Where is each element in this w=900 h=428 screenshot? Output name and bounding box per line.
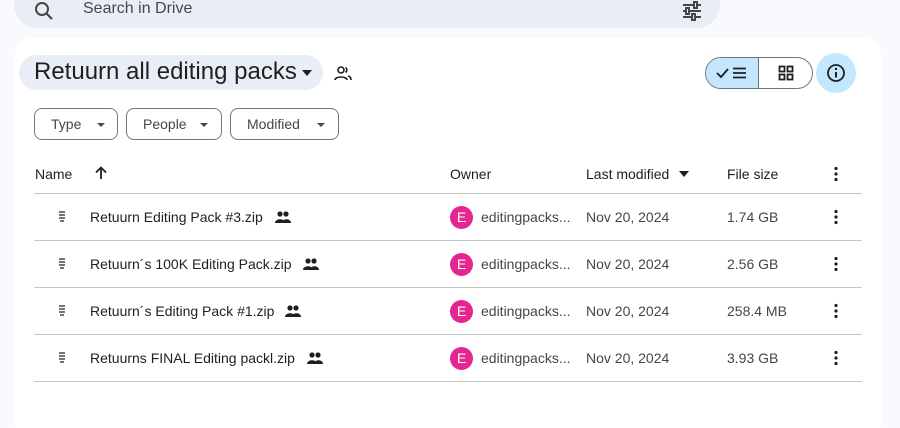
file-name[interactable]: Retuurn´s Editing Pack #1.zip: [90, 303, 274, 319]
check-list-icon: [716, 67, 746, 79]
filter-people-label: People: [143, 116, 187, 132]
owner-avatar[interactable]: E: [450, 206, 473, 229]
more-options-icon[interactable]: [826, 301, 846, 321]
shared-icon: [285, 305, 301, 317]
filter-modified-label: Modified: [247, 116, 300, 132]
owner-name: editingpacks...: [481, 256, 571, 272]
dropdown-arrow-icon: [200, 123, 208, 127]
sort-ascending-icon[interactable]: [93, 165, 109, 181]
modified-date: Nov 20, 2024: [586, 350, 670, 366]
more-options-icon[interactable]: [826, 254, 846, 274]
owner-avatar[interactable]: E: [450, 347, 473, 370]
file-size: 3.93 GB: [727, 350, 779, 366]
zip-file-icon: [59, 352, 65, 363]
shared-icon: [303, 258, 319, 270]
more-options-icon[interactable]: [826, 164, 846, 184]
shared-icon: [275, 211, 291, 223]
shared-folder-icon[interactable]: [333, 63, 353, 83]
shared-icon: [307, 352, 323, 364]
modified-date: Nov 20, 2024: [586, 209, 670, 225]
search-input[interactable]: Search in Drive: [83, 0, 192, 18]
folder-title-dropdown[interactable]: Retuurn all editing packs: [19, 55, 323, 90]
column-header-last-modified[interactable]: Last modified: [586, 166, 669, 182]
sort-indicator-icon: [679, 171, 689, 177]
owner-name: editingpacks...: [481, 350, 571, 366]
search-icon[interactable]: [32, 0, 56, 23]
grid-icon: [778, 65, 793, 81]
filter-type[interactable]: Type: [34, 108, 118, 140]
owner-name: editingpacks...: [481, 209, 571, 225]
divider: [34, 193, 862, 194]
divider: [34, 381, 862, 382]
divider: [34, 287, 862, 288]
file-size: 2.56 GB: [727, 256, 779, 272]
content-panel: [15, 38, 881, 428]
filter-type-label: Type: [51, 116, 82, 132]
file-size: 1.74 GB: [727, 209, 779, 225]
more-options-icon[interactable]: [826, 348, 846, 368]
dropdown-arrow-icon: [317, 123, 325, 127]
column-header-file-size[interactable]: File size: [727, 166, 778, 182]
zip-file-icon: [59, 258, 65, 269]
column-header-name[interactable]: Name: [35, 166, 72, 182]
search-options-icon[interactable]: [680, 0, 704, 23]
view-toggle[interactable]: [705, 57, 813, 89]
zip-file-icon: [59, 305, 65, 316]
filter-modified[interactable]: Modified: [230, 108, 339, 140]
owner-avatar[interactable]: E: [450, 300, 473, 323]
modified-date: Nov 20, 2024: [586, 303, 670, 319]
caret-down-icon: [302, 70, 312, 76]
modified-date: Nov 20, 2024: [586, 256, 670, 272]
search-bar[interactable]: Search in Drive: [14, 0, 720, 28]
list-view-button[interactable]: [706, 58, 759, 88]
info-icon: [827, 64, 845, 82]
folder-title: Retuurn all editing packs: [34, 58, 297, 85]
file-name[interactable]: Retuurn´s 100K Editing Pack.zip: [90, 256, 292, 272]
file-size: 258.4 MB: [727, 303, 787, 319]
grid-view-button[interactable]: [759, 58, 812, 88]
owner-name: editingpacks...: [481, 303, 571, 319]
zip-file-icon: [59, 211, 65, 222]
file-name[interactable]: Retuurns FINAL Editing packl.zip: [90, 350, 295, 366]
filter-people[interactable]: People: [126, 108, 222, 140]
more-options-icon[interactable]: [826, 207, 846, 227]
dropdown-arrow-icon: [97, 123, 105, 127]
owner-avatar[interactable]: E: [450, 253, 473, 276]
divider: [34, 334, 862, 335]
divider: [34, 240, 862, 241]
file-name[interactable]: Retuurn Editing Pack #3.zip: [90, 209, 263, 225]
column-header-owner[interactable]: Owner: [450, 166, 491, 182]
details-button[interactable]: [816, 53, 856, 93]
